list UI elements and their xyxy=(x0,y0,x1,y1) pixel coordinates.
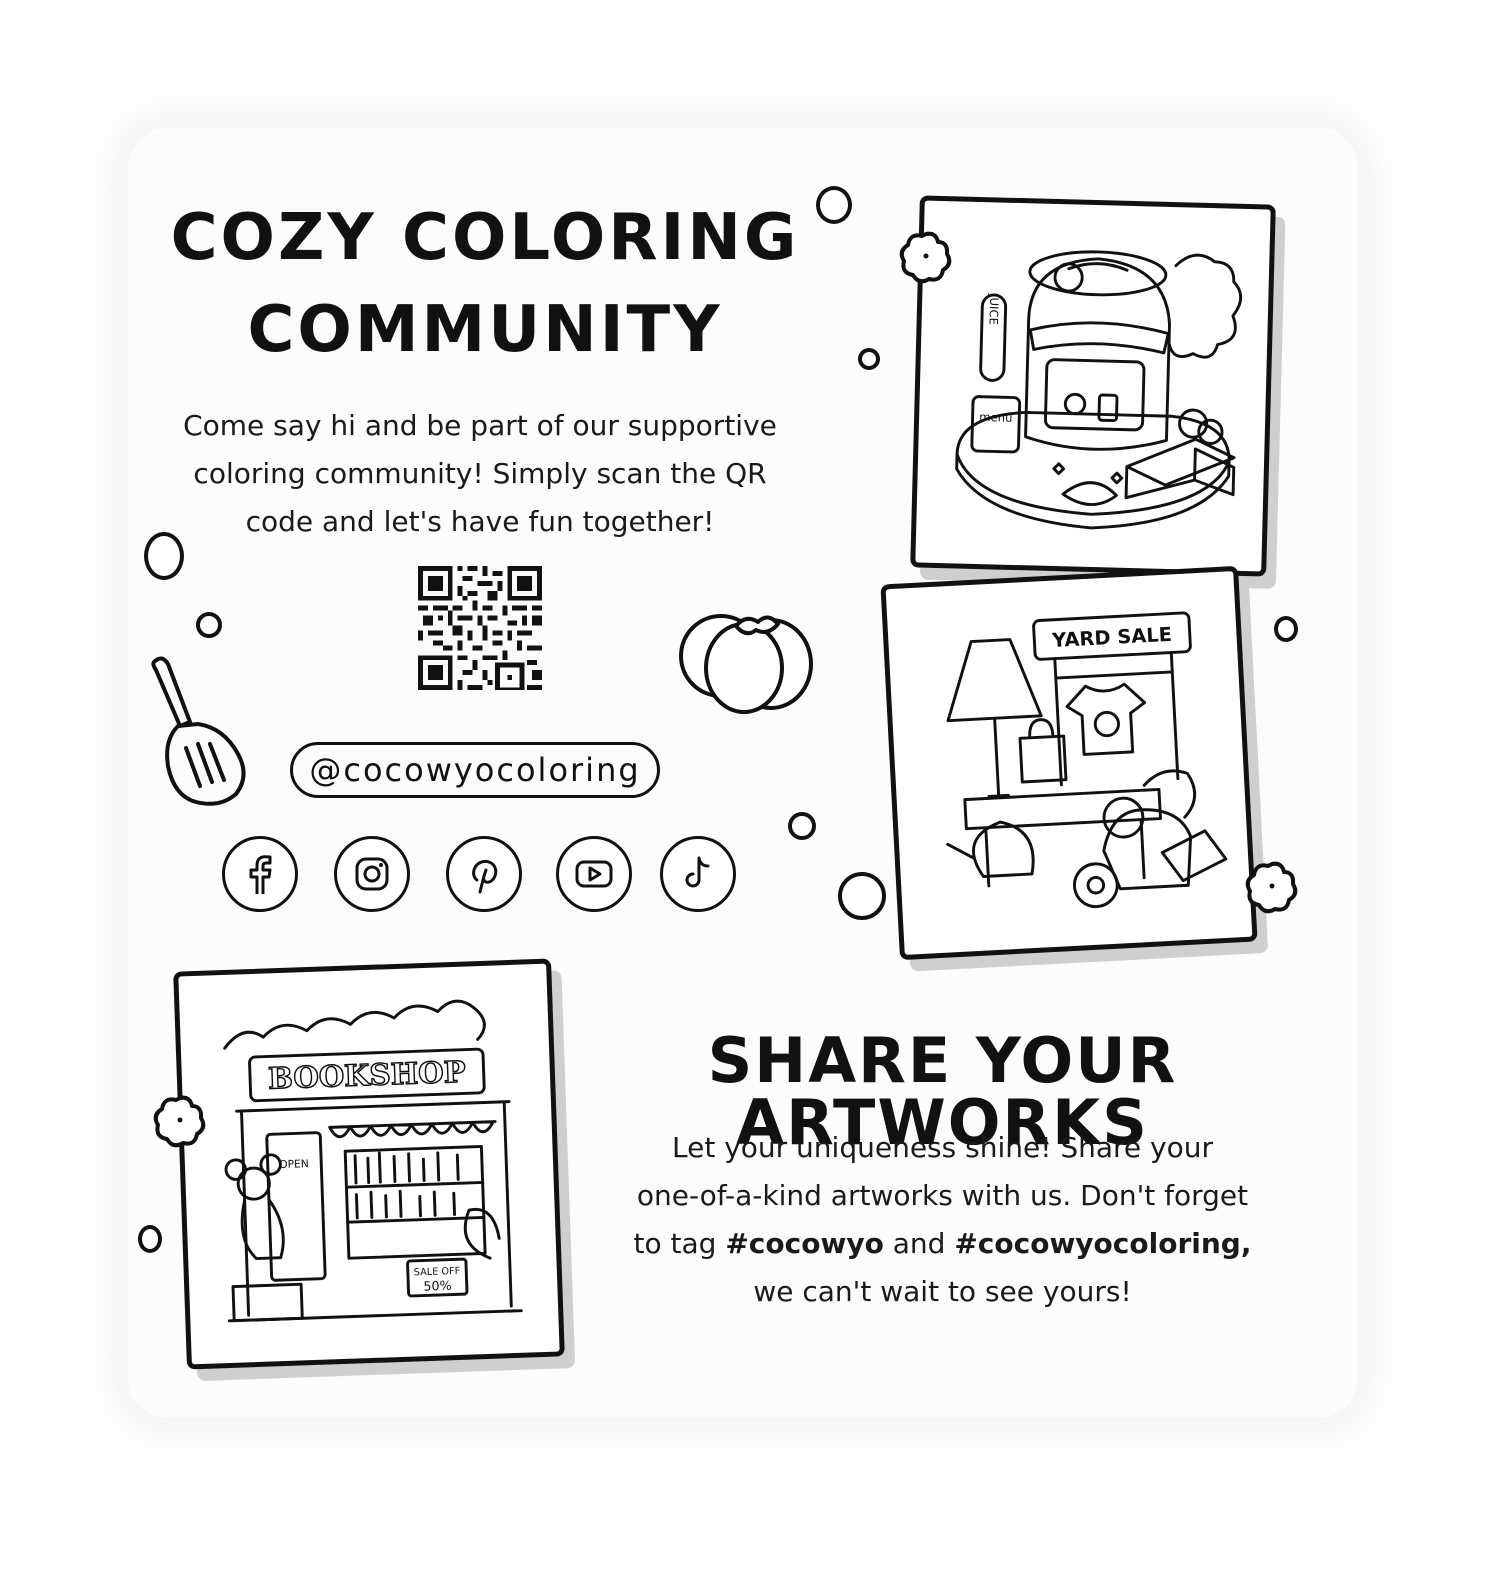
share-line3-prefix: to tag xyxy=(633,1227,717,1260)
bubble-decoration xyxy=(1274,616,1298,642)
pinterest-icon xyxy=(472,859,498,894)
youtube-icon xyxy=(575,860,613,888)
youtube-button[interactable] xyxy=(556,836,632,912)
bookshop-sale-percent-text: 50% xyxy=(423,1278,452,1294)
hashtag-cocowyocoloring: #cocowyocoloring, xyxy=(954,1227,1252,1260)
juice-shop-illustration: JUICE menu xyxy=(910,195,1276,577)
flower-clip-icon xyxy=(899,231,952,284)
flower-clip-icon xyxy=(153,1095,206,1148)
yard-sale-sign-text: YARD SALE xyxy=(1051,623,1173,652)
yard-sale-drawing: YARD SALE xyxy=(946,611,1228,909)
qr-code[interactable] xyxy=(418,566,542,690)
facebook-button[interactable] xyxy=(222,836,298,912)
bubble-decoration xyxy=(838,872,886,920)
flower-clip-icon xyxy=(1245,861,1298,914)
juice-menu-text: menu xyxy=(979,410,1013,425)
instagram-icon xyxy=(355,857,389,891)
share-line1: Let your uniqueness shine! Share your xyxy=(671,1131,1213,1164)
spatula-icon xyxy=(151,656,246,806)
juice-shop-drawing: JUICE menu xyxy=(955,250,1243,530)
share-line2: one-of-a-kind artworks with us. Don't fo… xyxy=(636,1179,1249,1212)
bookshop-sale-text: SALE OFF xyxy=(414,1266,461,1279)
community-intro-line2: coloring community! Simply scan the QR xyxy=(193,457,767,490)
social-handle-button[interactable]: @cocowyocoloring xyxy=(290,742,660,798)
bubble-decoration xyxy=(196,612,222,638)
pinterest-button[interactable] xyxy=(446,836,522,912)
community-intro-line3: code and let's have fun together! xyxy=(245,505,715,538)
bookshop-open-text: OPEN xyxy=(279,1157,309,1171)
share-line4: we can't wait to see yours! xyxy=(753,1275,1132,1308)
bookshop-illustration: BOOKSHOP OPEN SALE OFF 50% xyxy=(173,958,565,1370)
bookshop-sign-text: BOOKSHOP xyxy=(268,1055,467,1096)
community-title-line2: COMMUNITY xyxy=(247,293,723,367)
share-line3-mid: and xyxy=(892,1227,946,1260)
yard-sale-illustration: YARD SALE xyxy=(880,565,1258,961)
bubble-decoration xyxy=(788,812,816,840)
community-title-line1: COZY COLORING xyxy=(170,201,800,275)
juice-sign-text: JUICE xyxy=(986,293,1001,325)
bubble-decoration xyxy=(138,1225,162,1253)
bubble-decoration xyxy=(816,186,852,224)
community-intro-line1: Come say hi and be part of our supportiv… xyxy=(183,409,777,442)
share-line3: to tag #cocowyo and #cocowyocoloring, xyxy=(570,1220,1315,1268)
tiktok-icon xyxy=(685,856,710,888)
bubble-decoration xyxy=(144,532,184,580)
bookshop-drawing: BOOKSHOP OPEN SALE OFF 50% xyxy=(223,999,523,1323)
facebook-icon xyxy=(249,855,272,894)
bubble-decoration xyxy=(858,348,880,370)
tiktok-button[interactable] xyxy=(660,836,736,912)
instagram-button[interactable] xyxy=(334,836,410,912)
hashtag-cocowyo: #cocowyo xyxy=(725,1227,884,1260)
pumpkin-icon xyxy=(679,614,813,714)
